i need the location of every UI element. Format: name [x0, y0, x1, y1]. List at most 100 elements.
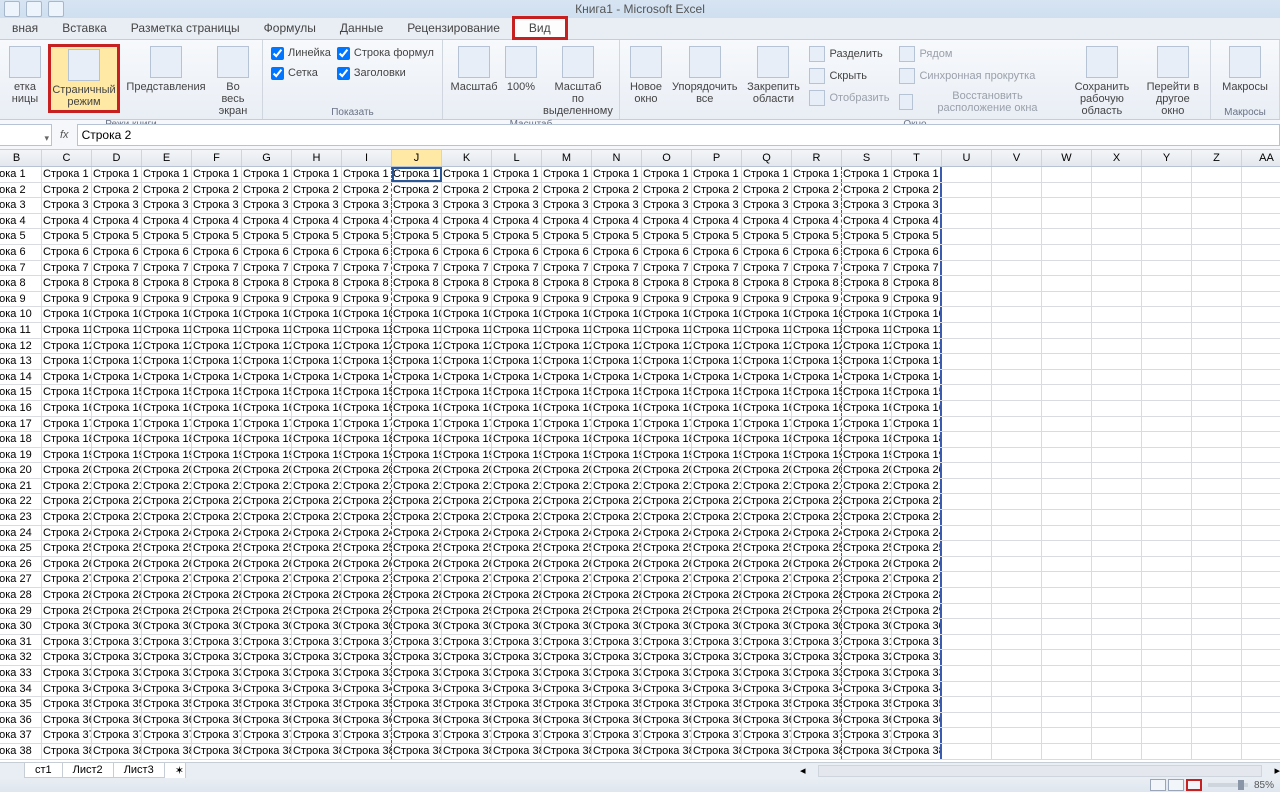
col-header-W[interactable]: W	[1042, 150, 1092, 166]
cell[interactable]: Строка 24	[142, 526, 192, 541]
cell[interactable]: Строка 29	[792, 604, 842, 619]
cell[interactable]	[1192, 307, 1242, 322]
cell[interactable]: Строка 30	[292, 619, 342, 634]
cell[interactable]: Строка 4	[592, 214, 642, 229]
cell[interactable]	[942, 183, 992, 198]
cell[interactable]: Строка 35	[292, 697, 342, 712]
cell[interactable]: Строка 11	[492, 323, 542, 338]
cell[interactable]: Строка 20	[642, 463, 692, 478]
formula-bar-checkbox[interactable]: Строка формул	[337, 44, 434, 62]
cell[interactable]: Строка 8	[842, 276, 892, 291]
cell[interactable]: Строка 32	[792, 650, 842, 665]
cell[interactable]: Строка 11	[242, 323, 292, 338]
cell[interactable]: Строка 37	[742, 728, 792, 743]
cell[interactable]	[1242, 354, 1280, 369]
cell[interactable]: Строка 3	[442, 198, 492, 213]
cell[interactable]	[942, 276, 992, 291]
cell[interactable]: Строка 26	[692, 557, 742, 572]
cell[interactable]: Строка 19	[742, 448, 792, 463]
cell[interactable]	[1142, 526, 1192, 541]
cell[interactable]: Строка 19	[642, 448, 692, 463]
cell[interactable]: Строка 19	[692, 448, 742, 463]
cell[interactable]: Строка 5	[342, 229, 392, 244]
cell[interactable]: Строка 20	[392, 463, 442, 478]
cell[interactable]: Строка 32	[542, 650, 592, 665]
cell[interactable]	[992, 183, 1042, 198]
cell[interactable]: Строка 19	[492, 448, 542, 463]
cell[interactable]	[1092, 744, 1142, 759]
cell[interactable]: Строка 21	[192, 479, 242, 494]
cell[interactable]: Строка 13	[592, 354, 642, 369]
cell[interactable]: Строка 3	[42, 198, 92, 213]
cell[interactable]: Строка 35	[592, 697, 642, 712]
cell[interactable]: Строка 27	[842, 572, 892, 587]
cell[interactable]	[1142, 697, 1192, 712]
cell[interactable]: Строка 4	[142, 214, 192, 229]
cell[interactable]: Строка 32	[692, 650, 742, 665]
cell[interactable]	[942, 214, 992, 229]
cell[interactable]: Строка 9	[792, 292, 842, 307]
cell[interactable]	[942, 245, 992, 260]
cell[interactable]: Строка 31	[692, 635, 742, 650]
tab-view[interactable]: Вид	[512, 16, 568, 40]
cell[interactable]: Строка 12	[692, 339, 742, 354]
page-break-preview-button[interactable]: Страничный режим	[48, 44, 120, 113]
cell[interactable]: Строка 17	[692, 417, 742, 432]
cell[interactable]	[1092, 183, 1142, 198]
cell[interactable]: Строка 28	[592, 588, 642, 603]
cell[interactable]: Строка 31	[842, 635, 892, 650]
cell[interactable]: Строка 29	[692, 604, 742, 619]
cell[interactable]: Строка 21	[342, 479, 392, 494]
cell[interactable]: Строка 12	[42, 339, 92, 354]
cell[interactable]	[1192, 604, 1242, 619]
cell[interactable]: Строка 28	[492, 588, 542, 603]
cell[interactable]: Строка 2	[42, 183, 92, 198]
cell[interactable]: Строка 8	[442, 276, 492, 291]
cell[interactable]	[942, 339, 992, 354]
cell[interactable]: Строка 27	[142, 572, 192, 587]
cell[interactable]: Строка 25	[542, 541, 592, 556]
cell[interactable]	[1242, 292, 1280, 307]
cell[interactable]	[1142, 183, 1192, 198]
col-header-C[interactable]: C	[42, 150, 92, 166]
cell[interactable]	[1092, 635, 1142, 650]
cell[interactable]: Строка 16	[242, 401, 292, 416]
cell[interactable]: Строка 7	[242, 261, 292, 276]
cell[interactable]: Строка 25	[192, 541, 242, 556]
cell[interactable]: Строка 22	[692, 494, 742, 509]
cell[interactable]	[1042, 572, 1092, 587]
cell[interactable]	[1092, 292, 1142, 307]
cell[interactable]: Строка 5	[142, 229, 192, 244]
cell[interactable]: Строка 36	[792, 713, 842, 728]
cell[interactable]: Строка 2	[742, 183, 792, 198]
cell[interactable]	[1142, 370, 1192, 385]
cell[interactable]: Строка 22	[842, 494, 892, 509]
cell[interactable]	[942, 307, 992, 322]
cell[interactable]: Строка 5	[292, 229, 342, 244]
cell[interactable]: Строка 26	[42, 557, 92, 572]
cell[interactable]: Строка 27	[342, 572, 392, 587]
cell[interactable]: Строка 2	[892, 183, 942, 198]
cell[interactable]: Строка 25	[142, 541, 192, 556]
cell[interactable]: Строка 21	[592, 479, 642, 494]
fx-icon[interactable]: fx	[60, 129, 69, 141]
cell[interactable]: Строка 4	[542, 214, 592, 229]
cell[interactable]	[1042, 307, 1092, 322]
sheet-tab-2[interactable]: Лист2	[62, 763, 114, 778]
cell[interactable]: Строка 30	[642, 619, 692, 634]
cell[interactable]	[1092, 385, 1142, 400]
cell[interactable]: Строка 33	[342, 666, 392, 681]
cell[interactable]: Строка 14	[892, 370, 942, 385]
cell[interactable]	[1092, 448, 1142, 463]
cell[interactable]	[1192, 510, 1242, 525]
cell[interactable]: Строка 29	[192, 604, 242, 619]
cell[interactable]: Строка 17	[542, 417, 592, 432]
cell[interactable]: Строка 23	[542, 510, 592, 525]
cell[interactable]	[1142, 214, 1192, 229]
cell[interactable]: Строка 14	[692, 370, 742, 385]
cell[interactable]: Строка 10	[242, 307, 292, 322]
cell[interactable]: Строка 8	[792, 276, 842, 291]
cell[interactable]: Строка 10	[742, 307, 792, 322]
cell[interactable]: Строка 14	[242, 370, 292, 385]
cell[interactable]	[1192, 276, 1242, 291]
